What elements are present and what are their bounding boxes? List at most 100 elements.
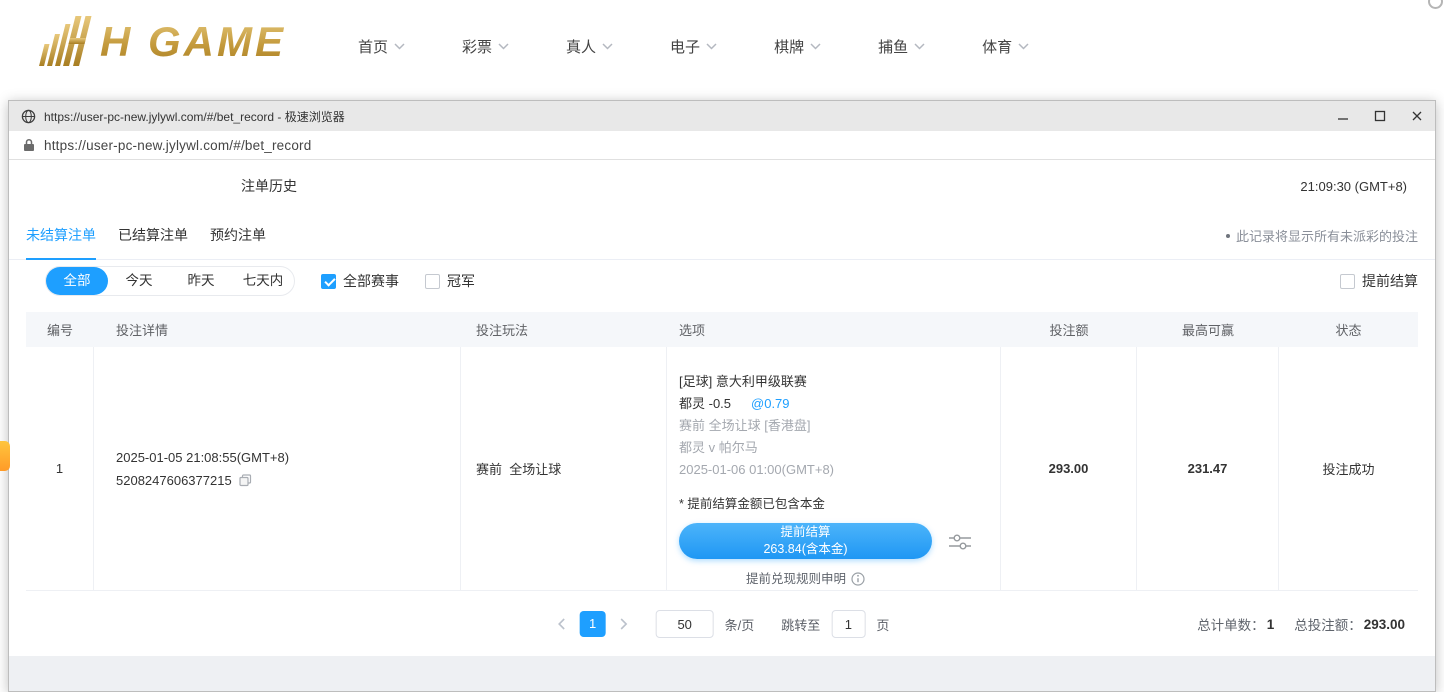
date-filter-yesterday[interactable]: 昨天	[170, 267, 232, 295]
nav-item-lottery[interactable]: 彩票	[462, 36, 509, 57]
minimize-button[interactable]	[1324, 101, 1361, 131]
nav-item-fishing[interactable]: 捕鱼	[878, 36, 925, 57]
early-settlement-checkbox[interactable]: 提前结算	[1340, 271, 1418, 291]
table-header-row: 编号 投注详情 投注玩法 选项 投注额 最高可赢 状态	[26, 312, 1418, 347]
chevron-down-icon	[1018, 43, 1029, 50]
match-name: 都灵 v 帕尔马	[679, 437, 988, 459]
sliders-icon[interactable]	[948, 532, 972, 552]
browser-addressbar[interactable]: https://user-pc-new.jylywl.com/#/bet_rec…	[9, 131, 1435, 160]
maximize-icon	[1374, 110, 1386, 122]
close-icon	[1411, 110, 1423, 122]
tab-unsettled[interactable]: 未结算注单	[26, 212, 96, 260]
server-time: 21:09:30 (GMT+8)	[1300, 179, 1407, 194]
nav-label: 彩票	[462, 36, 492, 57]
chevron-down-icon	[602, 43, 613, 50]
tabs-row: 未结算注单 已结算注单 预约注单 此记录将显示所有未派彩的投注	[9, 212, 1435, 260]
total-count-label: 总计单数：	[1197, 614, 1265, 634]
page-number-button[interactable]: 1	[580, 611, 606, 637]
jump-page-input[interactable]	[831, 610, 865, 638]
chevron-down-icon	[914, 43, 925, 50]
stake-amount: 293.00	[1001, 347, 1137, 590]
bet-time: 2025-01-05 21:08:55(GMT+8)	[116, 450, 460, 465]
table-row: 1 2025-01-05 21:08:55(GMT+8) 52082476063…	[26, 347, 1418, 591]
col-header-stake: 投注额	[1001, 320, 1137, 339]
globe-favicon-icon	[21, 109, 36, 124]
site-logo[interactable]: H GAME	[28, 14, 286, 68]
floating-activity-tab[interactable]	[0, 441, 10, 471]
nav-item-electronic[interactable]: 电子	[670, 36, 717, 57]
total-count-value: 1	[1267, 617, 1275, 632]
nav-item-live[interactable]: 真人	[566, 36, 613, 57]
page-size-input[interactable]	[656, 610, 714, 638]
cashout-button-amount: 263.84(含本金)	[763, 542, 847, 557]
window-title: https://user-pc-new.jylywl.com/#/bet_rec…	[44, 108, 345, 125]
all-events-label: 全部赛事	[343, 271, 399, 291]
chevron-right-icon	[620, 618, 628, 630]
site-header: H GAME 首页 彩票 真人 电子 棋牌 捕鱼 体育	[0, 0, 1444, 100]
selection-cell: [足球] 意大利甲级联赛 都灵 -0.5@0.79 赛前 全场让球 [香港盘] …	[667, 347, 1001, 590]
page-title: 注单历史	[241, 176, 297, 196]
cashout-rule-link[interactable]: 提前兑现规则申明	[679, 568, 932, 590]
cashout-area: 提前结算 263.84(含本金) 提前兑现规则申明	[679, 523, 932, 590]
nav-item-sports[interactable]: 体育	[982, 36, 1029, 57]
date-filter-today[interactable]: 今天	[108, 267, 170, 295]
pagination: 1 条/页 跳转至 页	[555, 610, 890, 638]
browser-titlebar[interactable]: https://user-pc-new.jylywl.com/#/bet_rec…	[9, 101, 1435, 131]
date-filter-7days[interactable]: 七天内	[232, 267, 294, 295]
jump-label: 跳转至	[781, 615, 820, 634]
cashout-button[interactable]: 提前结算 263.84(含本金)	[679, 523, 932, 559]
prev-page-button[interactable]	[555, 611, 569, 637]
col-header-detail: 投注详情	[94, 320, 461, 339]
nav-label: 棋牌	[774, 36, 804, 57]
early-settlement-label: 提前结算	[1362, 271, 1418, 291]
col-header-max-win: 最高可赢	[1137, 320, 1279, 339]
maximize-button[interactable]	[1361, 101, 1398, 131]
bet-id: 5208247606377215	[116, 473, 232, 488]
browser-window: https://user-pc-new.jylywl.com/#/bet_rec…	[8, 100, 1436, 692]
info-icon	[851, 572, 865, 586]
checkbox-checked-icon	[321, 274, 336, 289]
page-header: 注单历史 21:09:30 (GMT+8)	[9, 160, 1435, 212]
cashout-rule-text: 提前兑现规则申明	[746, 568, 846, 590]
tab-reserved[interactable]: 预约注单	[210, 212, 266, 260]
total-stake-label: 总投注额：	[1294, 614, 1362, 634]
col-header-selection: 选项	[667, 320, 1001, 339]
lock-icon	[23, 138, 35, 152]
minimize-icon	[1337, 110, 1349, 122]
bet-status: 投注成功	[1279, 347, 1418, 590]
col-header-play: 投注玩法	[461, 320, 667, 339]
pick-name: 都灵 -0.5	[679, 396, 731, 411]
chevron-down-icon	[706, 43, 717, 50]
totals-summary: 总计单数： 1 总投注额： 293.00	[1197, 614, 1405, 634]
nav-label: 电子	[670, 36, 700, 57]
checkbox-icon	[425, 274, 440, 289]
champion-label: 冠军	[447, 271, 475, 291]
page-unit-label: 页	[876, 615, 889, 634]
bet-table: 编号 投注详情 投注玩法 选项 投注额 最高可赢 状态 1 2025-01-05…	[26, 312, 1418, 591]
logo-text: H GAME	[100, 16, 286, 68]
date-filter-all[interactable]: 全部	[46, 267, 108, 295]
all-events-checkbox[interactable]: 全部赛事	[321, 271, 399, 291]
next-page-button[interactable]	[617, 611, 631, 637]
max-win-amount: 231.47	[1137, 347, 1279, 590]
cashout-button-title: 提前结算	[780, 525, 830, 540]
copy-icon[interactable]	[239, 474, 252, 487]
address-url: https://user-pc-new.jylywl.com/#/bet_rec…	[44, 138, 311, 153]
table-footer: 1 条/页 跳转至 页 总计单数： 1 总投注额： 293.00	[9, 591, 1435, 657]
tab-settled[interactable]: 已结算注单	[118, 212, 188, 260]
chevron-down-icon	[394, 43, 405, 50]
nav-item-home[interactable]: 首页	[358, 36, 405, 57]
close-button[interactable]	[1398, 101, 1435, 131]
row-number: 1	[26, 347, 94, 590]
per-page-label: 条/页	[725, 615, 755, 634]
play-type: 赛前 全场让球	[461, 347, 667, 590]
nav-item-chess[interactable]: 棋牌	[774, 36, 821, 57]
bet-detail-cell: 2025-01-05 21:08:55(GMT+8) 5208247606377…	[94, 347, 461, 590]
champion-checkbox[interactable]: 冠军	[425, 271, 475, 291]
logo-bars-icon	[28, 14, 98, 68]
nav-label: 首页	[358, 36, 388, 57]
main-nav: 首页 彩票 真人 电子 棋牌 捕鱼 体育	[358, 0, 1029, 92]
col-header-status: 状态	[1279, 320, 1418, 339]
league-name: [足球] 意大利甲级联赛	[679, 371, 988, 393]
corner-icon[interactable]	[1428, 0, 1443, 9]
